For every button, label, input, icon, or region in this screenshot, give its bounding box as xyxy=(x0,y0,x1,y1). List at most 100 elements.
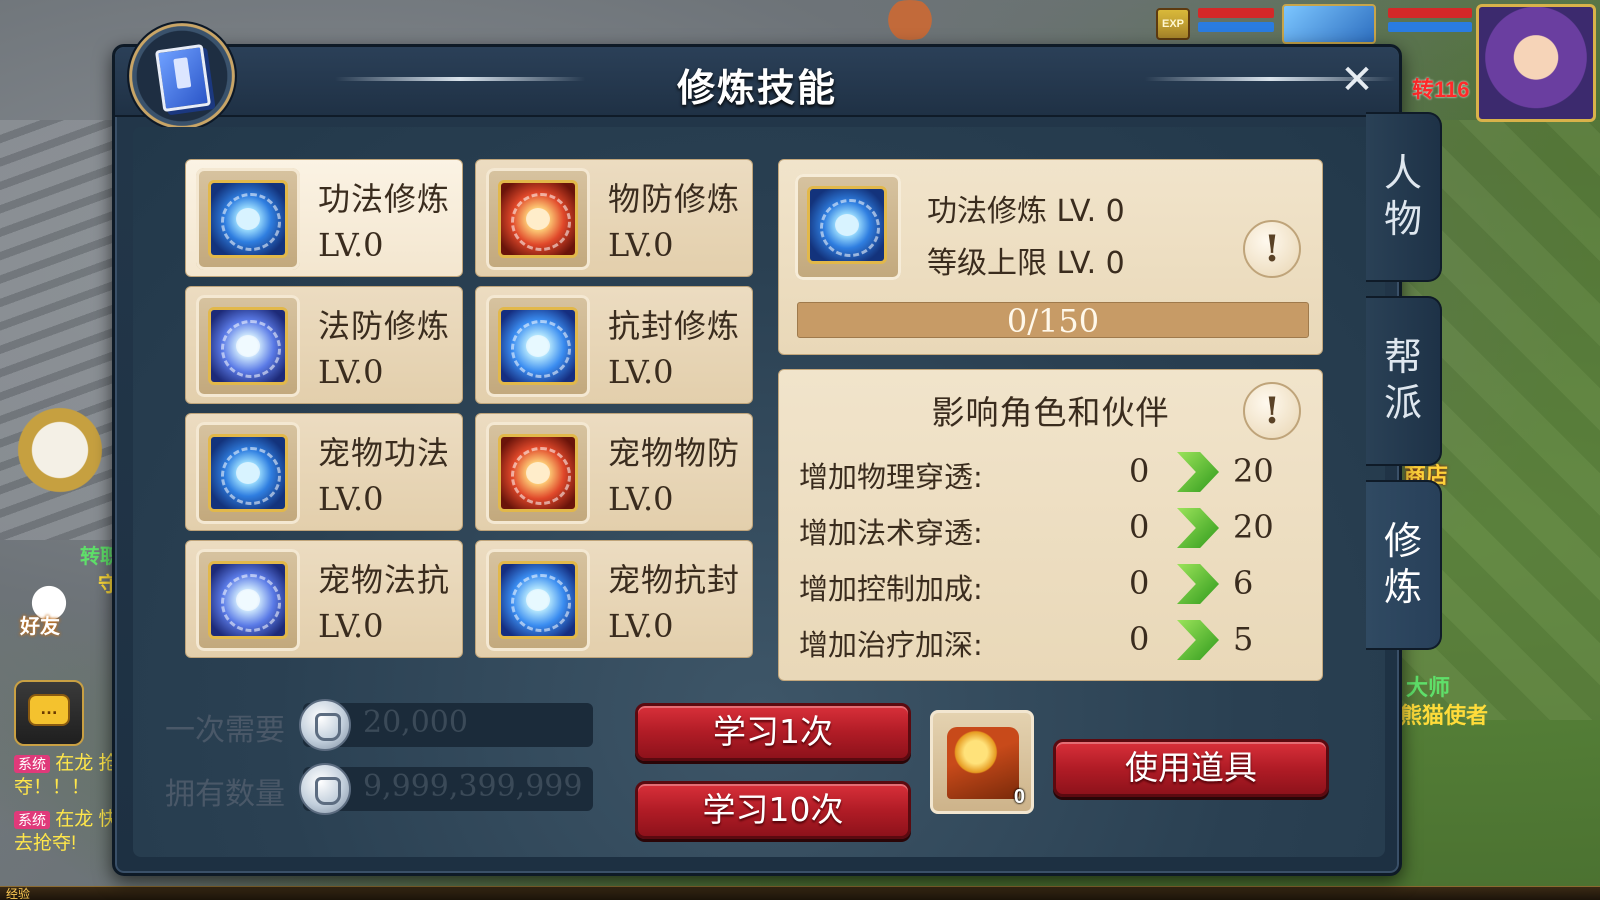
close-button[interactable]: ✕ xyxy=(1337,60,1377,101)
effect-next: 20 xyxy=(1233,452,1274,490)
skill-card[interactable]: 宠物法抗 LV.0 xyxy=(185,540,463,658)
hp-bar xyxy=(1198,8,1274,18)
treasure-item-icon xyxy=(947,727,1019,799)
skill-level: LV.0 xyxy=(318,607,384,645)
cultivation-panel: 修炼技能 ✕ 功法修炼 LV.0 物防修炼 LV.0 法防修炼 LV.0 抗封修… xyxy=(112,21,1402,876)
progress-text: 0/150 xyxy=(1006,302,1100,338)
effect-row: 增加物理穿透: 0 20 xyxy=(799,448,1309,498)
cost-own-value: 9,999,399,999 xyxy=(363,769,583,804)
detail-skill-name: 功法修炼 LV. 0 xyxy=(927,194,1125,229)
skill-name: 抗封修炼 xyxy=(608,307,741,345)
cost-need-bar: 20,000 xyxy=(299,699,593,751)
book-badge xyxy=(127,21,237,131)
system-message: 系统 在龙 抢夺！！！ xyxy=(14,752,124,800)
learn-ten-button[interactable]: 学习10次 xyxy=(635,781,911,839)
effect-current: 0 xyxy=(1129,620,1150,658)
skill-icon-frame xyxy=(486,422,590,524)
effect-label: 增加控制加成: xyxy=(799,572,983,606)
effect-current: 0 xyxy=(1129,508,1150,546)
system-message: 系统 在龙 快去抢夺! xyxy=(14,808,124,856)
npc-figure xyxy=(0,380,120,520)
detail-icon-frame xyxy=(795,174,901,280)
skill-card[interactable]: 物防修炼 LV.0 xyxy=(475,159,753,277)
title-bar: 修炼技能 ✕ xyxy=(115,47,1399,117)
skill-name: 宠物法抗 xyxy=(318,561,451,599)
info-icon[interactable]: ! xyxy=(1243,220,1301,278)
skill-gongfa-icon xyxy=(807,186,887,264)
tab-character[interactable]: 人物 xyxy=(1366,112,1442,282)
friend-label: 好友 xyxy=(20,616,60,638)
exp-strip: 经验 xyxy=(0,886,1600,900)
skill-gongfa-icon xyxy=(208,180,288,258)
effect-label: 增加治疗加深: xyxy=(799,628,983,662)
skill-name: 功法修炼 xyxy=(318,180,451,218)
exp-icon[interactable]: EXP xyxy=(1156,8,1190,40)
effect-label: 增加物理穿透: xyxy=(799,460,983,494)
skill-name: 法防修炼 xyxy=(318,307,451,345)
tab-cultivation[interactable]: 修炼 xyxy=(1366,480,1442,650)
pet-gongfa-icon xyxy=(208,434,288,512)
arrow-right-icon xyxy=(1177,564,1219,604)
info-icon[interactable]: ! xyxy=(1243,382,1301,440)
system-tag: 系统 xyxy=(14,755,50,773)
chat-bubble-icon: … xyxy=(28,694,70,726)
cost-own-label: 拥有数量 xyxy=(165,777,285,812)
arrow-right-icon xyxy=(1177,452,1219,492)
silver-coin-icon xyxy=(299,763,351,815)
skill-card[interactable]: 宠物物防 LV.0 xyxy=(475,413,753,531)
player-level: 转116 xyxy=(1412,77,1470,102)
tab-guild[interactable]: 帮派 xyxy=(1366,296,1442,466)
tab-label: 修炼 xyxy=(1383,519,1422,609)
pet-fakang-icon xyxy=(208,561,288,639)
effect-current: 0 xyxy=(1129,452,1150,490)
item-slot[interactable]: 0 xyxy=(930,710,1034,814)
system-tag: 系统 xyxy=(14,811,50,829)
effect-next: 6 xyxy=(1233,564,1254,602)
skill-level: LV.0 xyxy=(318,353,384,391)
pet-avatar[interactable] xyxy=(1282,4,1376,44)
skill-level: LV.0 xyxy=(608,226,674,264)
effect-title: 影响角色和伙伴 xyxy=(931,393,1170,432)
skill-level: LV.0 xyxy=(608,480,674,518)
pet-hp-bar xyxy=(1388,8,1472,18)
skill-level: LV.0 xyxy=(608,353,674,391)
tab-label: 人物 xyxy=(1383,151,1422,241)
skill-icon-frame xyxy=(486,549,590,651)
effect-row: 增加法术穿透: 0 20 xyxy=(799,504,1309,554)
skill-name: 宠物物防 xyxy=(608,434,741,472)
exp-strip-label: 经验 xyxy=(6,887,31,900)
chat-button[interactable]: … xyxy=(14,680,84,746)
detail-level-cap: 等级上限 LV. 0 xyxy=(927,246,1125,281)
skill-fafang-icon xyxy=(208,307,288,385)
npc-figure-top xyxy=(880,0,940,40)
progress-bar: 0/150 xyxy=(797,302,1309,338)
item-count: 0 xyxy=(1013,786,1025,808)
skill-card[interactable]: 宠物抗封 LV.0 xyxy=(475,540,753,658)
skill-name: 物防修炼 xyxy=(608,180,741,218)
skill-icon-frame xyxy=(486,295,590,397)
pet-kangfeng-icon xyxy=(498,561,578,639)
cost-need-value: 20,000 xyxy=(363,705,468,740)
effect-current: 0 xyxy=(1129,564,1150,602)
effect-panel: 影响角色和伙伴 ! 增加物理穿透: 0 20 增加法术穿透: 0 20 增加控制… xyxy=(778,369,1323,681)
learn-once-button[interactable]: 学习1次 xyxy=(635,703,911,761)
skill-card[interactable]: 抗封修炼 LV.0 xyxy=(475,286,753,404)
effect-next: 20 xyxy=(1233,508,1274,546)
skill-level: LV.0 xyxy=(318,226,384,264)
skill-name: 宠物功法 xyxy=(318,434,451,472)
arrow-right-icon xyxy=(1177,508,1219,548)
use-item-button[interactable]: 使用道具 xyxy=(1053,739,1329,797)
skill-icon-frame xyxy=(486,168,590,270)
cost-need-label: 一次需要 xyxy=(165,713,285,748)
skill-kangfeng-icon xyxy=(498,307,578,385)
skill-card[interactable]: 宠物功法 LV.0 xyxy=(185,413,463,531)
skill-name: 宠物抗封 xyxy=(608,561,741,599)
skill-card[interactable]: 法防修炼 LV.0 xyxy=(185,286,463,404)
skill-level: LV.0 xyxy=(318,480,384,518)
effect-next: 5 xyxy=(1233,620,1254,658)
skill-card[interactable]: 功法修炼 LV.0 xyxy=(185,159,463,277)
player-avatar[interactable] xyxy=(1476,4,1596,122)
skill-icon-frame xyxy=(196,549,300,651)
effect-row: 增加治疗加深: 0 5 xyxy=(799,616,1309,666)
pet-mp-bar xyxy=(1388,22,1472,32)
